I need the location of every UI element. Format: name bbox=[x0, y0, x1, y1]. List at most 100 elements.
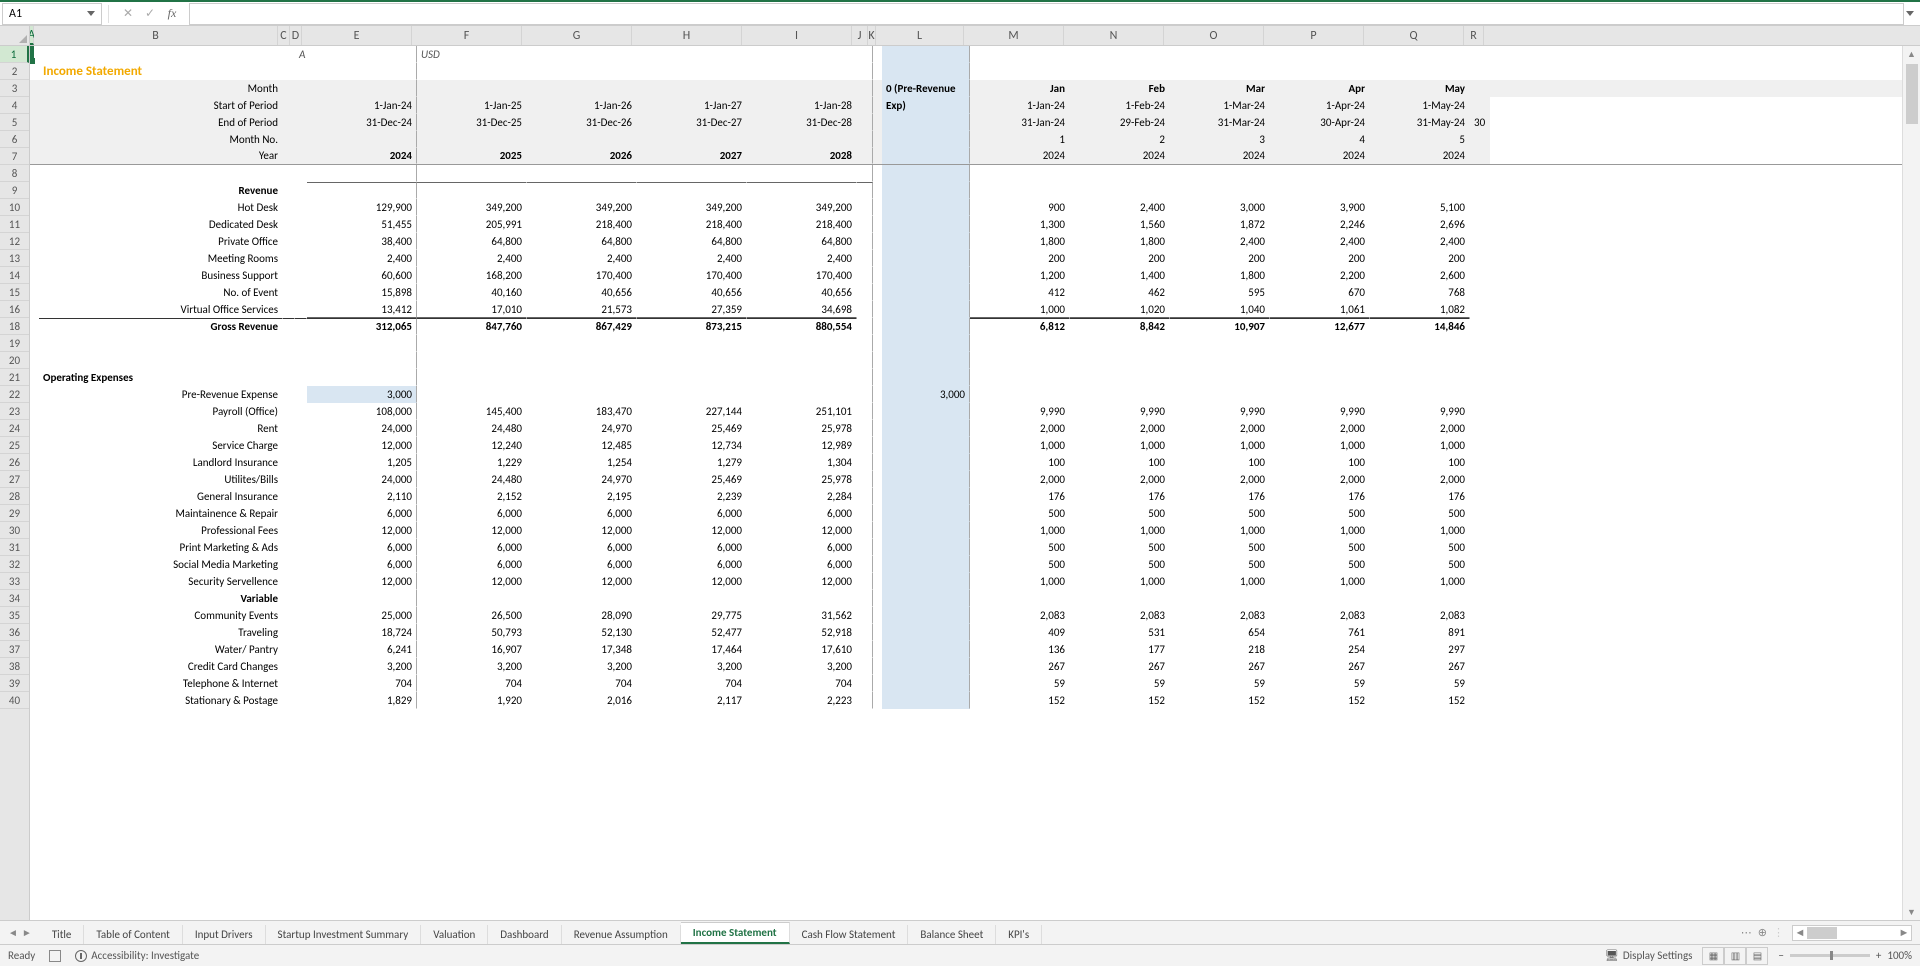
cell[interactable]: Utilites/Bills bbox=[39, 471, 283, 488]
cell[interactable]: 3,000 bbox=[307, 386, 417, 403]
cell[interactable] bbox=[882, 216, 970, 233]
cell[interactable] bbox=[283, 165, 295, 182]
cell[interactable]: 3,200 bbox=[307, 658, 417, 675]
cell[interactable] bbox=[1470, 573, 1490, 590]
zoom-slider[interactable] bbox=[1790, 954, 1870, 957]
cell[interactable]: 31-Dec-27 bbox=[637, 114, 747, 131]
cell[interactable]: 9,990 bbox=[1270, 403, 1370, 420]
cell[interactable]: 170,400 bbox=[747, 267, 857, 284]
cell[interactable] bbox=[30, 454, 39, 471]
cell[interactable]: 2027 bbox=[637, 148, 747, 164]
cell[interactable]: 25,469 bbox=[637, 471, 747, 488]
cell[interactable] bbox=[295, 80, 307, 97]
cell[interactable]: 12,000 bbox=[527, 522, 637, 539]
column-header-B[interactable]: B bbox=[34, 26, 278, 45]
cell[interactable]: 21,573 bbox=[527, 301, 637, 318]
cell[interactable]: 176 bbox=[1270, 488, 1370, 505]
cell[interactable]: 17,464 bbox=[637, 641, 747, 658]
cell[interactable] bbox=[1270, 386, 1370, 403]
cell[interactable]: Operating Expenses bbox=[39, 369, 283, 386]
cell[interactable] bbox=[527, 46, 637, 63]
cell[interactable] bbox=[857, 284, 873, 301]
cell[interactable]: Feb bbox=[1070, 80, 1170, 97]
cell[interactable]: 176 bbox=[1170, 488, 1270, 505]
cell[interactable] bbox=[283, 80, 295, 97]
cell[interactable]: 100 bbox=[1070, 454, 1170, 471]
cell[interactable]: 1,229 bbox=[417, 454, 527, 471]
cell[interactable] bbox=[882, 488, 970, 505]
cell[interactable]: 200 bbox=[1370, 250, 1470, 267]
cell[interactable]: 1,000 bbox=[1170, 522, 1270, 539]
cell[interactable]: 59 bbox=[1170, 675, 1270, 692]
cell[interactable]: 267 bbox=[1170, 658, 1270, 675]
row-header-36[interactable]: 36 bbox=[0, 624, 29, 641]
cell[interactable] bbox=[295, 658, 307, 675]
cell[interactable]: 1,300 bbox=[970, 216, 1070, 233]
cell[interactable]: 64,800 bbox=[417, 233, 527, 250]
cell[interactable] bbox=[283, 675, 295, 692]
sheet-tab-title[interactable]: Title bbox=[40, 925, 85, 944]
row-header-29[interactable]: 29 bbox=[0, 505, 29, 522]
cell[interactable]: 349,200 bbox=[637, 199, 747, 216]
cell[interactable] bbox=[1470, 131, 1490, 148]
cell[interactable]: 25,000 bbox=[307, 607, 417, 624]
cell[interactable]: Print Marketing & Ads bbox=[39, 539, 283, 556]
cell[interactable]: 6,000 bbox=[527, 556, 637, 573]
cell[interactable]: 14,846 bbox=[1370, 318, 1470, 335]
row-header-39[interactable]: 39 bbox=[0, 675, 29, 692]
cell[interactable] bbox=[30, 471, 39, 488]
cell[interactable] bbox=[30, 624, 39, 641]
cell[interactable]: 6,000 bbox=[417, 556, 527, 573]
cell[interactable]: 3,200 bbox=[747, 658, 857, 675]
cell[interactable]: 2,400 bbox=[637, 250, 747, 267]
cell[interactable]: 1-Jan-24 bbox=[970, 97, 1070, 114]
cell[interactable] bbox=[857, 539, 873, 556]
cell[interactable]: 1,800 bbox=[970, 233, 1070, 250]
cell[interactable] bbox=[857, 386, 873, 403]
cell[interactable] bbox=[30, 301, 39, 318]
cell[interactable]: 2028 bbox=[747, 148, 857, 164]
cell[interactable] bbox=[1370, 46, 1470, 63]
cell[interactable] bbox=[527, 63, 637, 80]
cell[interactable] bbox=[1470, 301, 1490, 318]
cell[interactable] bbox=[295, 624, 307, 641]
cell[interactable] bbox=[30, 590, 39, 607]
cell[interactable]: 349,200 bbox=[417, 199, 527, 216]
cell[interactable]: 2024 bbox=[307, 148, 417, 164]
cell[interactable] bbox=[637, 165, 747, 182]
cell[interactable]: Meeting Rooms bbox=[39, 250, 283, 267]
cell[interactable]: 1 bbox=[970, 131, 1070, 148]
cell[interactable]: 2,400 bbox=[417, 250, 527, 267]
cell[interactable]: 1,000 bbox=[970, 573, 1070, 590]
cell[interactable] bbox=[882, 199, 970, 216]
cell[interactable] bbox=[873, 318, 882, 335]
cell[interactable] bbox=[1270, 63, 1370, 80]
column-header-I[interactable]: I bbox=[742, 26, 852, 45]
cell[interactable] bbox=[1170, 165, 1270, 182]
column-header-D[interactable]: D bbox=[290, 26, 302, 45]
cell[interactable] bbox=[882, 335, 970, 352]
row-header-20[interactable]: 20 bbox=[0, 352, 29, 369]
cell[interactable]: 3,200 bbox=[527, 658, 637, 675]
cell[interactable]: 409 bbox=[970, 624, 1070, 641]
cell[interactable]: 30-Apr-24 bbox=[1270, 114, 1370, 131]
cell[interactable]: 12,734 bbox=[637, 437, 747, 454]
cell[interactable]: 52,477 bbox=[637, 624, 747, 641]
cell[interactable]: 12,000 bbox=[747, 522, 857, 539]
cell[interactable] bbox=[30, 573, 39, 590]
cell[interactable]: 12,000 bbox=[637, 573, 747, 590]
cell[interactable]: 500 bbox=[1170, 505, 1270, 522]
cell[interactable] bbox=[307, 352, 417, 369]
cell[interactable] bbox=[873, 63, 882, 80]
cell[interactable] bbox=[882, 131, 970, 148]
cell[interactable] bbox=[283, 233, 295, 250]
cell[interactable] bbox=[857, 165, 873, 182]
cell[interactable] bbox=[882, 624, 970, 641]
column-header-C[interactable]: C bbox=[278, 26, 290, 45]
cell[interactable] bbox=[747, 590, 857, 607]
cell[interactable] bbox=[295, 335, 307, 352]
cell[interactable] bbox=[30, 386, 39, 403]
cell[interactable]: 2,400 bbox=[1170, 233, 1270, 250]
cell[interactable]: 59 bbox=[970, 675, 1070, 692]
cell[interactable] bbox=[1470, 437, 1490, 454]
